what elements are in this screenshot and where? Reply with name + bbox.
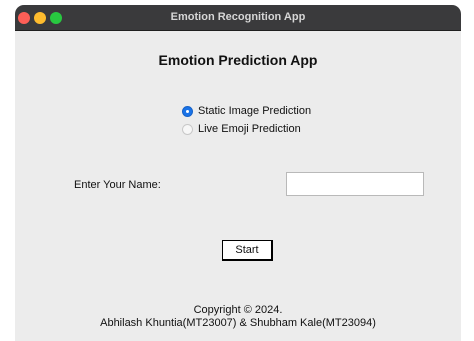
radio-live-emoji-prediction[interactable]: Live Emoji Prediction (182, 121, 301, 137)
start-button[interactable]: Start (222, 240, 273, 261)
copyright-text: Copyright © 2024. (193, 304, 283, 316)
radio-label-static-image: Static Image Prediction (198, 105, 312, 117)
radio-selected-icon[interactable] (182, 105, 193, 117)
window-title: Emotion Recognition App (170, 11, 306, 23)
radio-static-image-prediction[interactable]: Static Image Prediction (182, 103, 311, 119)
radio-label-live-emoji: Live Emoji Prediction (198, 123, 301, 135)
radio-unselected-icon[interactable] (182, 123, 193, 135)
name-input[interactable] (286, 172, 424, 196)
name-field-label: Enter Your Name: (74, 179, 161, 191)
authors-text: Abhilash Khuntia(MT23007) & Shubham Kale… (100, 317, 376, 329)
title-bar[interactable]: Emotion Recognition App (15, 5, 461, 31)
footer-credits: Copyright © 2024. Abhilash Khuntia(MT230… (15, 304, 461, 330)
app-window: Emotion Recognition App Emotion Predicti… (15, 5, 461, 341)
page-title: Emotion Prediction App (158, 52, 318, 68)
